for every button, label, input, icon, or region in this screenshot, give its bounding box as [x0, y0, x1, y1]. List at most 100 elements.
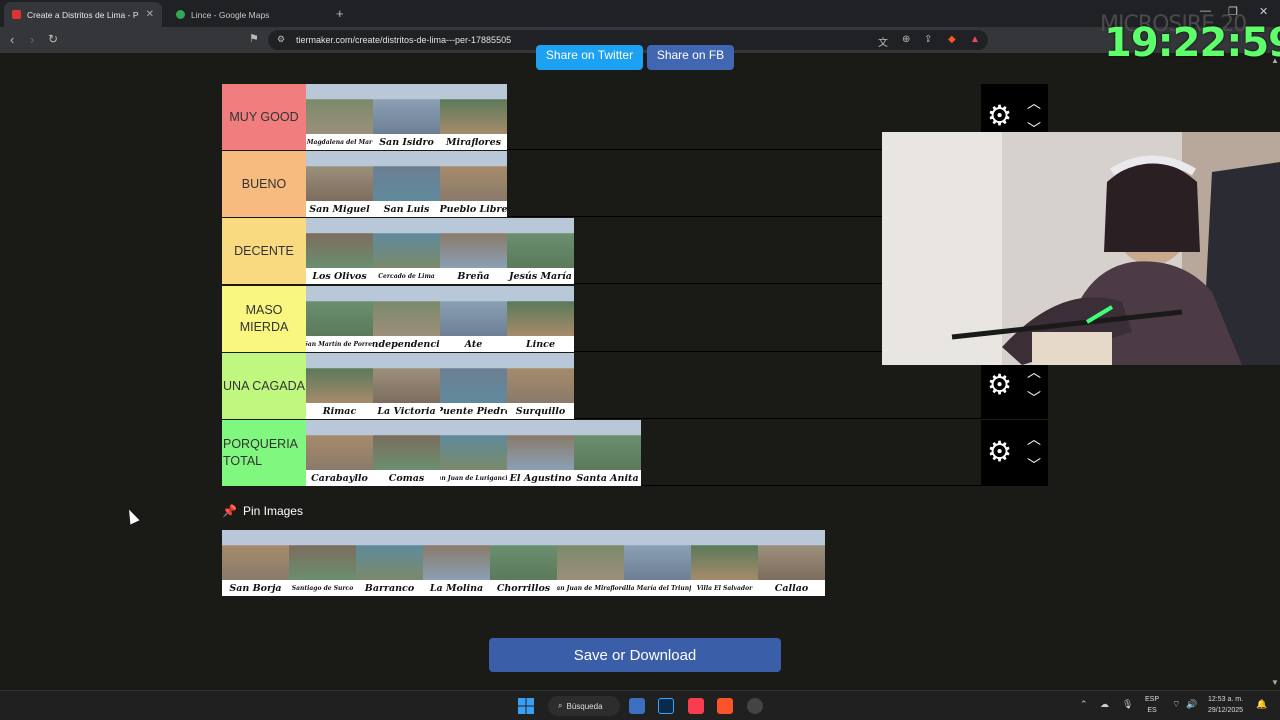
- tier-label[interactable]: DECENTE: [222, 218, 306, 284]
- back-icon[interactable]: ‹: [10, 32, 14, 47]
- photoshop-icon[interactable]: [658, 698, 674, 714]
- mic-icon[interactable]: 🎙: [1122, 699, 1133, 710]
- tier-item[interactable]: Surquillo: [507, 353, 574, 419]
- chevron-down-icon[interactable]: ﹀: [1027, 458, 1041, 472]
- save-download-button[interactable]: Save or Download: [489, 638, 781, 672]
- tab-tiermaker[interactable]: Create a Distritos de Lima - Perú ✕: [4, 2, 162, 27]
- district-photo: [507, 218, 574, 268]
- tier-items: RimacLa VictoriaPuente PiedraSurquillo: [306, 353, 574, 419]
- chevron-up-icon[interactable]: ︿: [1027, 432, 1041, 446]
- chevron-down-icon[interactable]: ﹀: [1027, 391, 1041, 405]
- tier-item[interactable]: Lince: [507, 286, 574, 352]
- district-photo: [574, 420, 641, 470]
- close-window-icon[interactable]: ✕: [1259, 5, 1268, 18]
- share-icon[interactable]: ⇪: [924, 34, 932, 45]
- district-photo: [440, 286, 507, 336]
- onedrive-icon[interactable]: ☁: [1100, 699, 1109, 710]
- pin-images-label: Pin Images: [242, 504, 303, 518]
- tier-label[interactable]: UNA CAGADA: [222, 353, 306, 419]
- tier-item[interactable]: El Agustino: [507, 420, 574, 486]
- district-photo: [222, 530, 289, 580]
- district-photo: [356, 530, 423, 580]
- tier-item[interactable]: Rimac: [306, 353, 373, 419]
- brave-browser-icon[interactable]: [717, 698, 733, 714]
- tier-item[interactable]: Pueblo Libre: [440, 151, 507, 217]
- tier-item[interactable]: Ate: [440, 286, 507, 352]
- tier-item[interactable]: Callao: [758, 530, 825, 596]
- district-photo: [306, 286, 373, 336]
- gear-icon[interactable]: ⚙: [987, 102, 1012, 130]
- new-tab-icon[interactable]: +: [336, 6, 344, 21]
- gear-icon[interactable]: ⚙: [987, 371, 1012, 399]
- wifi-icon[interactable]: ⌔: [1172, 699, 1180, 710]
- site-info-icon[interactable]: ⚙: [277, 34, 285, 45]
- taskbar-search[interactable]: ⌕ Búsqueda: [548, 696, 620, 716]
- notification-icon[interactable]: 🔔: [1256, 699, 1267, 710]
- tier-item[interactable]: Carabayllo: [306, 420, 373, 486]
- tier-item[interactable]: San Borja: [222, 530, 289, 596]
- tier-item[interactable]: Independencia: [373, 286, 440, 352]
- tier-label[interactable]: MASO MIERDA: [222, 286, 306, 352]
- share-twitter-button[interactable]: Share on Twitter: [536, 45, 643, 70]
- tier-label[interactable]: BUENO: [222, 151, 306, 217]
- chevron-up-icon[interactable]: ︿: [1027, 96, 1041, 110]
- windows-start-icon[interactable]: [518, 698, 534, 714]
- tray-overflow-icon[interactable]: ⌃: [1080, 699, 1088, 710]
- tier-item[interactable]: Puente Piedra: [440, 353, 507, 419]
- tier-items: Magdalena del Mar San Isidro Miraflores: [306, 84, 507, 150]
- windows-taskbar: ⌕ Búsqueda ⌃ ☁ 🎙 ESP ES ⌔ 🔊 12:53 a. m. 29/…: [0, 690, 1280, 720]
- file-explorer-icon[interactable]: [629, 698, 645, 714]
- district-caption: San Juan de Miraflores: [557, 580, 624, 596]
- gear-icon[interactable]: ⚙: [987, 438, 1012, 466]
- bookmark-icon[interactable]: ⚑: [249, 32, 259, 45]
- search-icon: ⌕: [558, 701, 563, 710]
- taskbar-clock[interactable]: 12:53 a. m. 29/12/2025: [1208, 694, 1243, 716]
- volume-icon[interactable]: 🔊: [1186, 699, 1197, 710]
- tier-item[interactable]: La Molina: [423, 530, 490, 596]
- tier-item[interactable]: Miraflores: [440, 84, 507, 150]
- tab-label: Lince - Google Maps: [191, 9, 270, 20]
- tier-item[interactable]: Cercado de Lima: [373, 218, 440, 284]
- tier-item[interactable]: Villa El Salvador: [691, 530, 758, 596]
- tier-item[interactable]: La Victoria: [373, 353, 440, 419]
- translate-icon[interactable]: 文: [878, 34, 888, 49]
- tier-item[interactable]: Chorrillos: [490, 530, 557, 596]
- pin-icon: 📌: [222, 504, 237, 518]
- tier-item[interactable]: Santiago de Surco: [289, 530, 356, 596]
- tier-item[interactable]: Magdalena del Mar: [306, 84, 373, 150]
- tier-item[interactable]: Comas: [373, 420, 440, 486]
- district-photo: [440, 353, 507, 403]
- brave-rewards-icon[interactable]: ▲: [970, 34, 980, 45]
- tier-label[interactable]: MUY GOOD: [222, 84, 306, 150]
- search-label: Búsqueda: [566, 701, 603, 711]
- scroll-down-icon[interactable]: ▼: [1271, 678, 1279, 687]
- zoom-icon[interactable]: ⊕: [902, 34, 910, 45]
- tier-item[interactable]: San Juan de Lurigancho: [440, 420, 507, 486]
- tier-item[interactable]: San Miguel: [306, 151, 373, 217]
- district-photo: [624, 530, 691, 580]
- app-icon[interactable]: [747, 698, 763, 714]
- chevron-up-icon[interactable]: ︿: [1027, 365, 1041, 379]
- district-caption: Villa El Salvador: [691, 580, 758, 596]
- tier-item[interactable]: San Isidro: [373, 84, 440, 150]
- tier-label[interactable]: PORQUERIA TOTAL: [222, 420, 306, 486]
- brave-shield-icon[interactable]: ◆: [948, 34, 956, 45]
- tier-item[interactable]: Santa Anita: [574, 420, 641, 486]
- tier-item[interactable]: Breña: [440, 218, 507, 284]
- tier-item[interactable]: San Martín de Porres: [306, 286, 373, 352]
- reload-icon[interactable]: ↻: [48, 32, 58, 46]
- tier-item[interactable]: San Luis: [373, 151, 440, 217]
- tab-google-maps[interactable]: Lince - Google Maps: [168, 2, 326, 27]
- tier-item[interactable]: Los Olivos: [306, 218, 373, 284]
- language-indicator[interactable]: ESP ES: [1142, 694, 1162, 716]
- close-tab-icon[interactable]: ✕: [146, 9, 154, 20]
- district-photo: [373, 218, 440, 268]
- tier-item[interactable]: Barranco: [356, 530, 423, 596]
- tier-item[interactable]: Villa María del Triunfo: [624, 530, 691, 596]
- tier-item[interactable]: Jesús María: [507, 218, 574, 284]
- tier-item[interactable]: San Juan de Miraflores: [557, 530, 624, 596]
- music-app-icon[interactable]: [688, 698, 704, 714]
- district-caption: El Agustino: [507, 470, 574, 486]
- share-fb-button[interactable]: Share on FB: [647, 45, 734, 70]
- forward-icon[interactable]: ›: [30, 32, 34, 47]
